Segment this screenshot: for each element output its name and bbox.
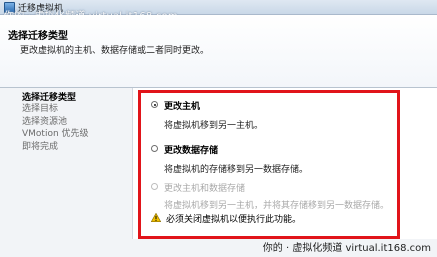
page-subtitle: 更改虚拟机的主机、数据存储或二者同时更改。 bbox=[20, 46, 210, 56]
wizard-header: 选择迁移类型 更改虚拟机的主机、数据存储或二者同时更改。 bbox=[0, 15, 437, 87]
watermark-bottom: 你的 · 虚拟化频道 virtual.it168.com bbox=[262, 243, 431, 254]
nav-step-ready-to-complete[interactable]: 即将完成 bbox=[22, 139, 58, 152]
nav-step-select-destination[interactable]: 选择目标 bbox=[22, 101, 58, 114]
page-title: 选择迁移类型 bbox=[8, 31, 68, 42]
nav-step-vmotion-priority[interactable]: VMotion 优先级 bbox=[22, 126, 89, 139]
highlight-box bbox=[138, 90, 400, 239]
wizard-steps-nav: 选择迁移类型 选择目标 选择资源池 VMotion 优先级 即将完成 bbox=[0, 88, 133, 257]
